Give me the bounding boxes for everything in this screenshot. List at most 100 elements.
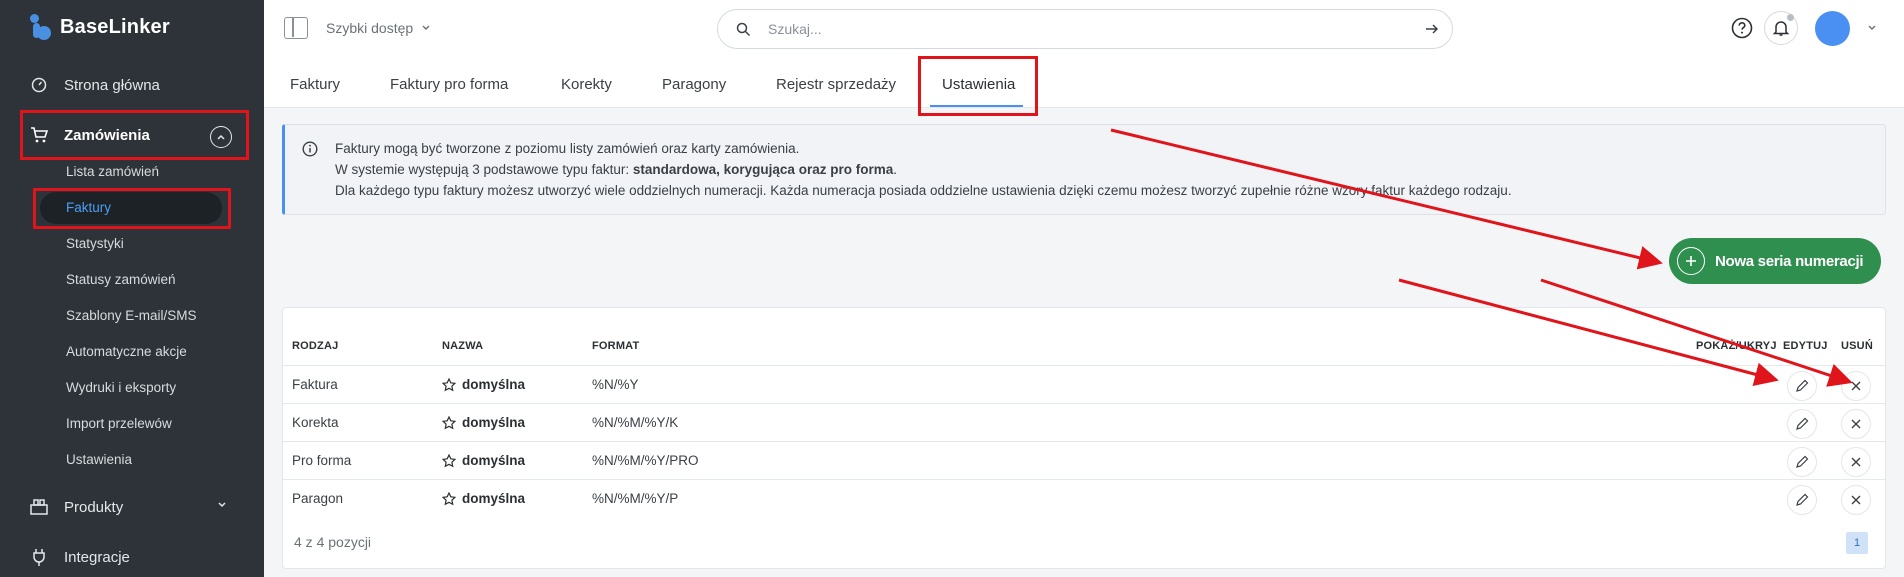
close-icon [1851,419,1861,429]
edit-button[interactable] [1787,485,1817,515]
star-icon[interactable] [442,415,456,430]
close-icon [1851,381,1861,391]
info-line-3: Dla każdego typu faktury możesz utworzyć… [335,183,1512,198]
new-numbering-series-button[interactable]: Nowa seria numeracji [1669,238,1881,284]
search-box [717,9,1453,49]
sidebar-item-products[interactable]: Produkty [30,498,123,516]
sidebar-subitem-prints-exports[interactable]: Wydruki i eksporty [66,380,176,395]
highlight-box [33,188,231,229]
pagination-count: 4 z 4 pozycji [294,534,372,550]
baselinker-logo[interactable]: BaseLinker [30,14,170,40]
avatar[interactable] [1815,11,1850,46]
sidebar-subitem-settings[interactable]: Ustawienia [66,452,132,467]
plus-icon [1677,247,1705,275]
quick-access-dropdown[interactable]: Szybki dostęp [326,20,431,36]
sidebar-subitem-email-sms-templates[interactable]: Szablony E-mail/SMS [66,308,197,323]
star-icon[interactable] [442,453,456,468]
edit-button[interactable] [1787,371,1817,401]
format-cell: %N/%M/%Y/PRO [592,453,699,468]
name-cell: domyślna [442,415,525,430]
numbering-series-table: RODZAJ NAZWA FORMAT POKAŻ/UKRYJ EDYTUJ U… [282,307,1886,569]
arrow-right-icon[interactable] [1424,21,1440,37]
highlight-box [20,110,249,160]
sidebar-item-label: Integracje [64,548,130,566]
plug-icon [30,548,48,566]
name-cell: domyślna [442,377,525,392]
column-header-delete: USUŃ [1841,340,1873,352]
tab-proforma-invoices[interactable]: Faktury pro forma [390,76,508,93]
search-input[interactable] [768,19,1368,39]
help-icon[interactable] [1731,17,1753,39]
logo-icon [30,14,52,40]
info-line-1: Faktury mogą być tworzone z poziomu list… [335,141,800,156]
sidebar-subitem-order-list[interactable]: Lista zamówień [66,164,159,179]
close-icon [1851,495,1861,505]
name-cell: domyślna [442,453,525,468]
tab-receipts[interactable]: Paragony [662,76,726,93]
panel-toggle-icon[interactable] [284,17,308,39]
edit-button[interactable] [1787,409,1817,439]
sidebar-subitem-transfer-import[interactable]: Import przelewów [66,416,172,431]
column-header-edit: EDYTUJ [1783,340,1828,352]
notifications-button[interactable] [1764,11,1798,45]
sidebar-subitem-statistics[interactable]: Statystyki [66,236,124,251]
products-icon [30,498,48,516]
sidebar-item-home[interactable]: Strona główna [30,76,160,94]
delete-button[interactable] [1841,409,1871,439]
info-line-2-prefix: W systemie występują 3 podstawowe typu f… [335,162,633,177]
pencil-icon [1796,455,1809,468]
format-cell: %N/%M/%Y/P [592,491,679,506]
sidebar: BaseLinker Strona główna Zamówienia List… [0,0,264,577]
app-name: BaseLinker [60,15,170,38]
format-cell: %N/%Y [592,377,639,392]
chevron-down-icon [422,25,430,30]
star-icon[interactable] [442,377,456,392]
table-row: Pro forma domyślna %N/%M/%Y/PRO [283,441,1885,479]
format-cell: %N/%M/%Y/K [592,415,679,430]
sidebar-item-label: Produkty [64,498,124,516]
sidebar-subitem-order-statuses[interactable]: Statusy zamówień [66,272,176,287]
close-icon [1851,457,1861,467]
sidebar-subitem-automatic-actions[interactable]: Automatyczne akcje [66,344,187,359]
search-icon [736,22,751,37]
delete-button[interactable] [1841,447,1871,477]
name-label: domyślna [462,415,526,430]
name-label: domyślna [462,453,526,468]
name-label: domyślna [462,491,526,506]
sidebar-item-integrations[interactable]: Integracje [30,548,130,566]
info-line-2: W systemie występują 3 podstawowe typu f… [335,162,897,177]
highlight-box [918,56,1038,116]
topbar: Szybki dostęp [264,0,1904,58]
pencil-icon [1796,417,1809,430]
info-line-2-suffix: . [893,162,897,177]
edit-button[interactable] [1787,447,1817,477]
type-cell: Korekta [292,415,339,430]
table-row: Faktura domyślna %N/%Y [283,365,1885,403]
column-header-show-hide: POKAŻ/UKRYJ [1696,340,1777,352]
notification-dot [1787,14,1794,21]
pencil-icon [1796,379,1809,392]
star-icon[interactable] [442,491,456,506]
tab-corrections[interactable]: Korekty [561,76,612,93]
tab-invoices[interactable]: Faktury [290,76,340,93]
new-numbering-series-label: Nowa seria numeracji [1715,252,1864,270]
bell-icon [1772,21,1790,36]
pagination-page-button[interactable]: 1 [1846,532,1868,554]
delete-button[interactable] [1841,371,1871,401]
delete-button[interactable] [1841,485,1871,515]
dashboard-icon [30,76,48,94]
tab-bar: Faktury Faktury pro forma Korekty Parago… [264,58,1904,108]
chevron-down-icon[interactable] [216,498,228,510]
table-row: Korekta domyślna %N/%M/%Y/K [283,403,1885,441]
type-cell: Pro forma [292,453,352,468]
info-line-2-bold: standardowa, korygująca oraz pro forma [632,162,894,177]
chevron-down-icon[interactable] [1867,24,1877,32]
type-cell: Faktura [292,377,338,392]
table-row: Paragon domyślna %N/%M/%Y/P [283,479,1885,517]
name-cell: domyślna [442,491,525,506]
name-label: domyślna [462,377,526,392]
tab-sales-register[interactable]: Rejestr sprzedaży [776,76,896,93]
sidebar-item-label: Strona główna [64,76,160,94]
quick-access-label: Szybki dostęp [326,20,414,36]
info-icon [302,141,318,157]
